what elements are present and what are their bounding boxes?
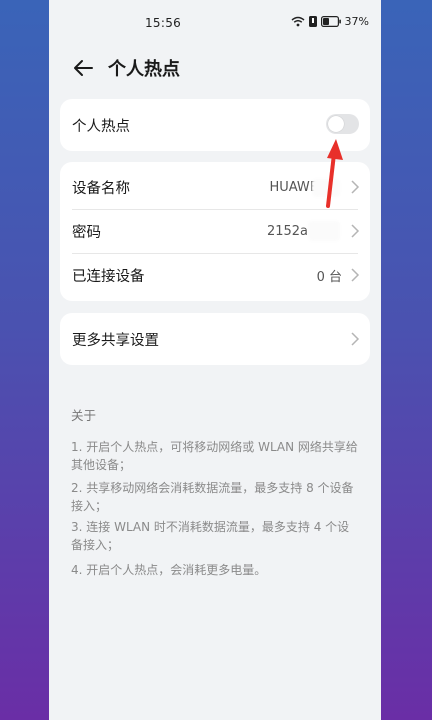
toggle-knob	[328, 116, 344, 132]
settings-card: 设备名称 HUAWE 2152a 密码 已连接设备 0 台	[60, 162, 370, 301]
device-name-label: 设备名称	[72, 180, 130, 197]
about-item-4: 4. 开启个人热点，会消耗更多电量。	[71, 563, 267, 577]
status-icons: 37%	[291, 15, 369, 28]
sim-icon	[308, 16, 317, 27]
about-item-3: 3. 连接 WLAN 时不消耗数据流量，最多支持 4 个设备接入；	[71, 520, 350, 552]
chevron-right-icon	[350, 223, 360, 239]
chevron-right-icon	[350, 267, 360, 283]
about-title: 关于	[71, 408, 97, 423]
connected-devices-label: 已连接设备	[72, 268, 145, 285]
status-bar: 15:56 37%	[49, 0, 381, 46]
password-value: 2152a	[266, 223, 308, 239]
hotspot-toggle[interactable]	[326, 114, 359, 134]
about-item-2: 2. 共享移动网络会消耗数据流量，最多支持 8 个设备接入；	[71, 481, 354, 513]
phone-screen: 15:56 37% 个人热点 个人热点 设备名称 HUAWE 2152a 密码 …	[49, 0, 381, 720]
device-name-value: HUAWE	[269, 179, 318, 195]
more-settings-card: 更多共享设置	[60, 313, 370, 365]
more-sharing-settings-row[interactable]: 更多共享设置	[60, 313, 370, 365]
chevron-right-icon	[350, 179, 360, 195]
back-arrow-icon[interactable]	[71, 56, 95, 80]
page-header: 个人热点	[49, 46, 381, 90]
connected-devices-value: 0 台	[316, 269, 342, 285]
chevron-right-icon	[350, 331, 360, 347]
more-sharing-settings-label: 更多共享设置	[72, 332, 159, 349]
redaction-blur	[308, 221, 340, 241]
password-label: 密码	[72, 224, 101, 241]
page-title: 个人热点	[108, 59, 180, 80]
battery-percent: 37%	[344, 15, 369, 28]
hotspot-row[interactable]: 个人热点	[60, 99, 370, 151]
hotspot-label: 个人热点	[72, 118, 130, 135]
status-time: 15:56	[145, 16, 182, 30]
battery-icon	[320, 16, 341, 27]
about-item-1: 1. 开启个人热点，可将移动网络或 WLAN 网络共享给其他设备；	[71, 440, 358, 472]
wifi-icon	[291, 16, 305, 27]
device-name-row[interactable]: 设备名称 HUAWE	[60, 165, 370, 209]
password-row[interactable]: 2152a 密码	[60, 209, 370, 253]
hotspot-card: 个人热点	[60, 99, 370, 151]
connected-devices-row[interactable]: 已连接设备 0 台	[60, 253, 370, 297]
redaction-blur	[312, 179, 340, 197]
